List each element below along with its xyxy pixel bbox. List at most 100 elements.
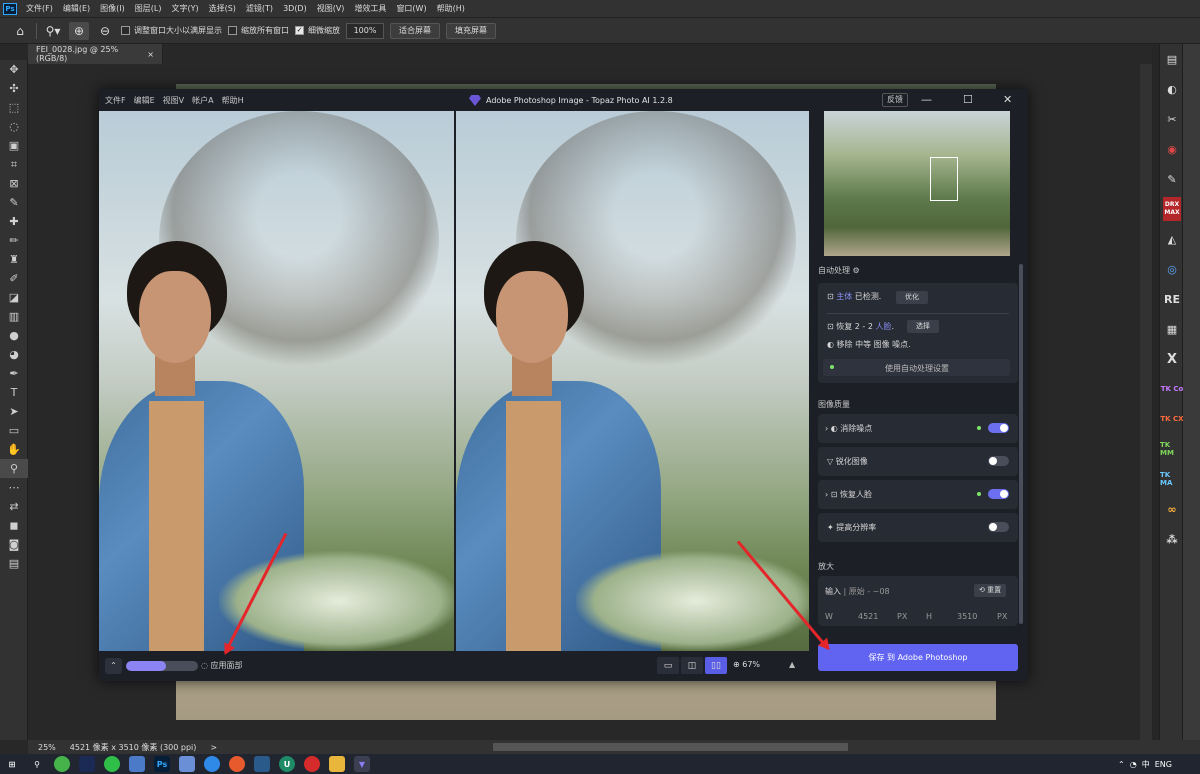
home-icon[interactable]: ⌂ [10, 22, 30, 40]
zoom-out-icon[interactable]: ⊖ [95, 22, 115, 40]
status-menu-icon[interactable]: > [210, 743, 217, 752]
minimize-icon[interactable]: — [921, 93, 932, 106]
document-tab[interactable]: FEI_0028.jpg @ 25%(RGB/8) × [28, 44, 163, 64]
tk-mm-icon[interactable]: TK MM [1160, 434, 1184, 464]
plugin-red-icon[interactable]: ◉ [1160, 134, 1184, 164]
healing-tool-icon[interactable]: ✚ [0, 212, 28, 231]
tk-ma-icon[interactable]: TK MA [1160, 464, 1184, 494]
menu-3d[interactable]: 3D(D) [278, 4, 312, 13]
filter-sharpen[interactable]: ▽ 锐化图像 [818, 447, 1018, 476]
width-value[interactable]: 4521 [858, 612, 878, 621]
zoom-value-field[interactable]: 100% [346, 22, 384, 39]
chevron-up-icon[interactable]: ⌃ [105, 658, 122, 674]
stamp-tool-icon[interactable]: ♜ [0, 250, 28, 269]
dodge-tool-icon[interactable]: ◕ [0, 345, 28, 364]
app-dark-icon[interactable] [79, 756, 95, 772]
drx-max-icon[interactable]: DRX MAX [1163, 197, 1181, 221]
ime-mode[interactable]: 中 [1142, 759, 1150, 770]
zoom-tool-icon[interactable]: ⚲▾ [43, 22, 63, 40]
refine-subject-button[interactable]: 优化 [896, 291, 928, 304]
navigator-view-rect[interactable] [930, 157, 958, 201]
browser-icon[interactable] [204, 756, 220, 772]
zoom-in-icon[interactable]: ⊕ [69, 21, 89, 40]
tk-co-icon[interactable]: TK Co [1160, 374, 1184, 404]
side-by-side-view-icon[interactable]: ▯▯ [705, 657, 727, 674]
app-u-icon[interactable]: U [279, 756, 295, 772]
x-plugin-icon[interactable]: X [1160, 344, 1184, 374]
object-select-tool-icon[interactable]: ▣ [0, 136, 28, 155]
brush-tool-icon[interactable]: ✏ [0, 231, 28, 250]
rectangle-tool-icon[interactable]: ▭ [0, 421, 28, 440]
scatter-icon[interactable]: ⁂ [1160, 524, 1184, 554]
close-window-icon[interactable]: ✕ [1003, 93, 1012, 106]
grid-icon[interactable]: ▦ [1160, 314, 1184, 344]
topaz-menu-edit[interactable]: 编辑E [134, 95, 155, 106]
record-icon[interactable] [304, 756, 320, 772]
tk-cx-icon[interactable]: TK CX [1160, 404, 1184, 434]
search-icon[interactable]: ⚲ [29, 756, 45, 772]
link-icon[interactable]: ∞ [1160, 494, 1184, 524]
horizontal-scrollbar[interactable] [493, 743, 848, 751]
menu-image[interactable]: 图像(I) [95, 3, 130, 14]
photoshop-taskbar-icon[interactable]: Ps [154, 756, 170, 772]
select-faces-button[interactable]: 选择 [907, 320, 939, 333]
menu-plugins[interactable]: 增效工具 [349, 3, 391, 14]
blur-tool-icon[interactable]: ● [0, 326, 28, 345]
scissors-icon[interactable]: ✂ [1160, 104, 1184, 134]
scrubby-zoom-checkbox[interactable]: ✓ 细微缩放 [295, 25, 340, 36]
denoise-toggle[interactable] [988, 423, 1009, 433]
ime-language[interactable]: ENG [1155, 760, 1172, 769]
windows-start-icon[interactable]: ⊞ [4, 756, 20, 772]
filter-recover-faces[interactable]: › ⊡ 恢复人脸 [818, 480, 1018, 509]
maximize-icon[interactable]: ☐ [963, 93, 973, 106]
reset-button[interactable]: ⟲ 重置 [974, 584, 1007, 597]
topaz-menu-help[interactable]: 帮助H [222, 95, 244, 106]
collapsed-panels[interactable] [1183, 44, 1200, 740]
apply-face-label[interactable]: ◌ 应用面部 [201, 660, 243, 671]
menu-type[interactable]: 文字(Y) [166, 3, 203, 14]
layer-comps-icon[interactable]: ▤ [1160, 44, 1184, 74]
menu-edit[interactable]: 编辑(E) [58, 3, 95, 14]
feedback-button[interactable]: 反馈 [882, 93, 908, 107]
history-icon[interactable]: ◐ [1160, 74, 1184, 104]
filter-upscale[interactable]: ✦ 提高分辨率 [818, 513, 1018, 542]
wechat-icon[interactable] [104, 756, 120, 772]
hand-tool-icon[interactable]: ✋ [0, 440, 28, 459]
eraser-tool-icon[interactable]: ◪ [0, 288, 28, 307]
upscale-toggle[interactable] [988, 522, 1009, 532]
move-tool-icon[interactable]: ✥ [0, 60, 28, 79]
topaz-menu-view[interactable]: 视图V [163, 95, 184, 106]
chevron-up-icon[interactable]: ⌃ [1118, 760, 1125, 769]
menu-window[interactable]: 窗口(W) [391, 3, 431, 14]
fill-screen-button[interactable]: 填充屏幕 [446, 22, 496, 39]
artboard-tool-icon[interactable]: ✣ [0, 79, 28, 98]
zoom-control[interactable]: ⊕ 67% [733, 660, 760, 669]
network-icon[interactable]: ◔ [1130, 760, 1137, 769]
stack-icon[interactable]: ◭ [1160, 224, 1184, 254]
marquee-tool-icon[interactable]: ⬚ [0, 98, 28, 117]
menu-file[interactable]: 文件(F) [21, 3, 58, 14]
app-orange-icon[interactable] [229, 756, 245, 772]
gradient-tool-icon[interactable]: ▥ [0, 307, 28, 326]
close-tab-icon[interactable]: × [147, 50, 154, 59]
folder-icon[interactable] [329, 756, 345, 772]
topaz-menu-file[interactable]: 文件F [105, 95, 126, 106]
single-view-icon[interactable]: ▭ [657, 657, 679, 674]
menu-help[interactable]: 帮助(H) [432, 3, 470, 14]
lasso-tool-icon[interactable]: ◌ [0, 117, 28, 136]
height-value[interactable]: 3510 [957, 612, 977, 621]
app-cube-icon[interactable] [254, 756, 270, 772]
use-autopilot-settings-button[interactable]: 使用自动处理设置 [823, 359, 1010, 376]
gear-icon[interactable]: ⚙ [853, 266, 860, 275]
navigator-thumbnail[interactable] [824, 111, 1010, 256]
re-plugin-icon[interactable]: RE [1160, 284, 1184, 314]
circle-plugin-icon[interactable]: ◎ [1160, 254, 1184, 284]
fit-screen-button[interactable]: 适合屏幕 [390, 22, 440, 39]
side-panel-scrollbar[interactable] [1019, 264, 1023, 624]
zoom-tool-icon[interactable]: ⚲ [0, 459, 28, 478]
type-tool-icon[interactable]: T [0, 383, 28, 402]
app-blue-icon[interactable] [179, 756, 195, 772]
path-select-tool-icon[interactable]: ➤ [0, 402, 28, 421]
edit-icon[interactable]: ✎ [1160, 164, 1184, 194]
sharpen-toggle[interactable] [988, 456, 1009, 466]
